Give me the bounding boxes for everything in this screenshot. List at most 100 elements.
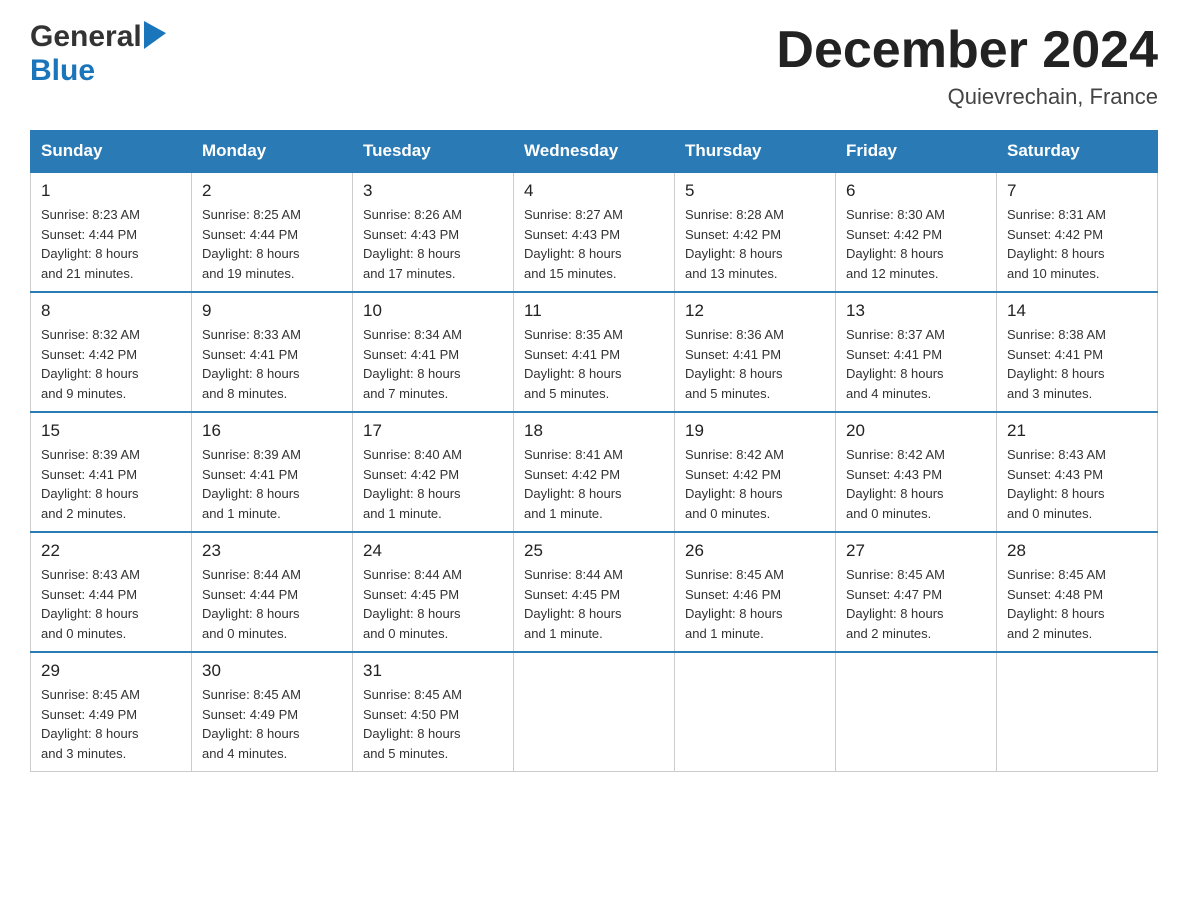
table-row: 23 Sunrise: 8:44 AM Sunset: 4:44 PM Dayl… [192,532,353,652]
table-row: 19 Sunrise: 8:42 AM Sunset: 4:42 PM Dayl… [675,412,836,532]
logo-general-text: General [30,20,142,54]
day-number: 25 [524,541,664,561]
day-info: Sunrise: 8:45 AM Sunset: 4:49 PM Dayligh… [202,685,342,763]
day-number: 19 [685,421,825,441]
day-info: Sunrise: 8:40 AM Sunset: 4:42 PM Dayligh… [363,445,503,523]
day-number: 1 [41,181,181,201]
day-number: 15 [41,421,181,441]
day-info: Sunrise: 8:25 AM Sunset: 4:44 PM Dayligh… [202,205,342,283]
table-row: 18 Sunrise: 8:41 AM Sunset: 4:42 PM Dayl… [514,412,675,532]
table-row: 27 Sunrise: 8:45 AM Sunset: 4:47 PM Dayl… [836,532,997,652]
day-number: 18 [524,421,664,441]
day-info: Sunrise: 8:32 AM Sunset: 4:42 PM Dayligh… [41,325,181,403]
day-info: Sunrise: 8:33 AM Sunset: 4:41 PM Dayligh… [202,325,342,403]
table-row: 11 Sunrise: 8:35 AM Sunset: 4:41 PM Dayl… [514,292,675,412]
day-number: 20 [846,421,986,441]
day-number: 22 [41,541,181,561]
day-number: 17 [363,421,503,441]
col-saturday: Saturday [997,131,1158,173]
day-number: 8 [41,301,181,321]
table-row: 31 Sunrise: 8:45 AM Sunset: 4:50 PM Dayl… [353,652,514,772]
day-info: Sunrise: 8:45 AM Sunset: 4:48 PM Dayligh… [1007,565,1147,643]
day-number: 5 [685,181,825,201]
day-number: 3 [363,181,503,201]
col-tuesday: Tuesday [353,131,514,173]
table-row: 2 Sunrise: 8:25 AM Sunset: 4:44 PM Dayli… [192,172,353,292]
table-row: 16 Sunrise: 8:39 AM Sunset: 4:41 PM Dayl… [192,412,353,532]
day-info: Sunrise: 8:35 AM Sunset: 4:41 PM Dayligh… [524,325,664,403]
calendar-header-row: Sunday Monday Tuesday Wednesday Thursday… [31,131,1158,173]
calendar-week-row: 8 Sunrise: 8:32 AM Sunset: 4:42 PM Dayli… [31,292,1158,412]
table-row: 17 Sunrise: 8:40 AM Sunset: 4:42 PM Dayl… [353,412,514,532]
day-info: Sunrise: 8:31 AM Sunset: 4:42 PM Dayligh… [1007,205,1147,283]
day-info: Sunrise: 8:45 AM Sunset: 4:50 PM Dayligh… [363,685,503,763]
day-info: Sunrise: 8:43 AM Sunset: 4:44 PM Dayligh… [41,565,181,643]
day-number: 27 [846,541,986,561]
day-info: Sunrise: 8:45 AM Sunset: 4:47 PM Dayligh… [846,565,986,643]
calendar-week-row: 29 Sunrise: 8:45 AM Sunset: 4:49 PM Dayl… [31,652,1158,772]
day-info: Sunrise: 8:36 AM Sunset: 4:41 PM Dayligh… [685,325,825,403]
table-row: 22 Sunrise: 8:43 AM Sunset: 4:44 PM Dayl… [31,532,192,652]
table-row: 5 Sunrise: 8:28 AM Sunset: 4:42 PM Dayli… [675,172,836,292]
table-row [997,652,1158,772]
col-sunday: Sunday [31,131,192,173]
logo-arrow-icon [144,21,166,49]
table-row: 21 Sunrise: 8:43 AM Sunset: 4:43 PM Dayl… [997,412,1158,532]
day-number: 14 [1007,301,1147,321]
day-number: 6 [846,181,986,201]
table-row [675,652,836,772]
title-block: December 2024 Quievrechain, France [776,20,1158,110]
table-row: 8 Sunrise: 8:32 AM Sunset: 4:42 PM Dayli… [31,292,192,412]
logo: General Blue [30,20,166,88]
day-info: Sunrise: 8:39 AM Sunset: 4:41 PM Dayligh… [41,445,181,523]
table-row: 1 Sunrise: 8:23 AM Sunset: 4:44 PM Dayli… [31,172,192,292]
day-number: 29 [41,661,181,681]
table-row: 6 Sunrise: 8:30 AM Sunset: 4:42 PM Dayli… [836,172,997,292]
day-number: 23 [202,541,342,561]
table-row [514,652,675,772]
calendar-week-row: 22 Sunrise: 8:43 AM Sunset: 4:44 PM Dayl… [31,532,1158,652]
day-number: 9 [202,301,342,321]
col-friday: Friday [836,131,997,173]
day-number: 21 [1007,421,1147,441]
day-info: Sunrise: 8:43 AM Sunset: 4:43 PM Dayligh… [1007,445,1147,523]
day-info: Sunrise: 8:34 AM Sunset: 4:41 PM Dayligh… [363,325,503,403]
day-info: Sunrise: 8:45 AM Sunset: 4:46 PM Dayligh… [685,565,825,643]
day-info: Sunrise: 8:37 AM Sunset: 4:41 PM Dayligh… [846,325,986,403]
table-row: 30 Sunrise: 8:45 AM Sunset: 4:49 PM Dayl… [192,652,353,772]
table-row: 29 Sunrise: 8:45 AM Sunset: 4:49 PM Dayl… [31,652,192,772]
day-number: 4 [524,181,664,201]
day-number: 11 [524,301,664,321]
day-number: 26 [685,541,825,561]
day-number: 16 [202,421,342,441]
table-row: 12 Sunrise: 8:36 AM Sunset: 4:41 PM Dayl… [675,292,836,412]
day-info: Sunrise: 8:30 AM Sunset: 4:42 PM Dayligh… [846,205,986,283]
day-info: Sunrise: 8:28 AM Sunset: 4:42 PM Dayligh… [685,205,825,283]
day-info: Sunrise: 8:26 AM Sunset: 4:43 PM Dayligh… [363,205,503,283]
day-info: Sunrise: 8:42 AM Sunset: 4:43 PM Dayligh… [846,445,986,523]
day-info: Sunrise: 8:23 AM Sunset: 4:44 PM Dayligh… [41,205,181,283]
table-row: 4 Sunrise: 8:27 AM Sunset: 4:43 PM Dayli… [514,172,675,292]
table-row: 24 Sunrise: 8:44 AM Sunset: 4:45 PM Dayl… [353,532,514,652]
col-wednesday: Wednesday [514,131,675,173]
day-number: 28 [1007,541,1147,561]
table-row: 28 Sunrise: 8:45 AM Sunset: 4:48 PM Dayl… [997,532,1158,652]
month-year-title: December 2024 [776,20,1158,80]
col-monday: Monday [192,131,353,173]
day-number: 10 [363,301,503,321]
calendar-table: Sunday Monday Tuesday Wednesday Thursday… [30,130,1158,772]
day-number: 24 [363,541,503,561]
table-row: 9 Sunrise: 8:33 AM Sunset: 4:41 PM Dayli… [192,292,353,412]
table-row: 3 Sunrise: 8:26 AM Sunset: 4:43 PM Dayli… [353,172,514,292]
day-number: 12 [685,301,825,321]
day-info: Sunrise: 8:41 AM Sunset: 4:42 PM Dayligh… [524,445,664,523]
table-row: 15 Sunrise: 8:39 AM Sunset: 4:41 PM Dayl… [31,412,192,532]
table-row: 20 Sunrise: 8:42 AM Sunset: 4:43 PM Dayl… [836,412,997,532]
calendar-week-row: 1 Sunrise: 8:23 AM Sunset: 4:44 PM Dayli… [31,172,1158,292]
day-info: Sunrise: 8:38 AM Sunset: 4:41 PM Dayligh… [1007,325,1147,403]
calendar-week-row: 15 Sunrise: 8:39 AM Sunset: 4:41 PM Dayl… [31,412,1158,532]
table-row: 7 Sunrise: 8:31 AM Sunset: 4:42 PM Dayli… [997,172,1158,292]
day-info: Sunrise: 8:39 AM Sunset: 4:41 PM Dayligh… [202,445,342,523]
table-row: 26 Sunrise: 8:45 AM Sunset: 4:46 PM Dayl… [675,532,836,652]
table-row: 13 Sunrise: 8:37 AM Sunset: 4:41 PM Dayl… [836,292,997,412]
